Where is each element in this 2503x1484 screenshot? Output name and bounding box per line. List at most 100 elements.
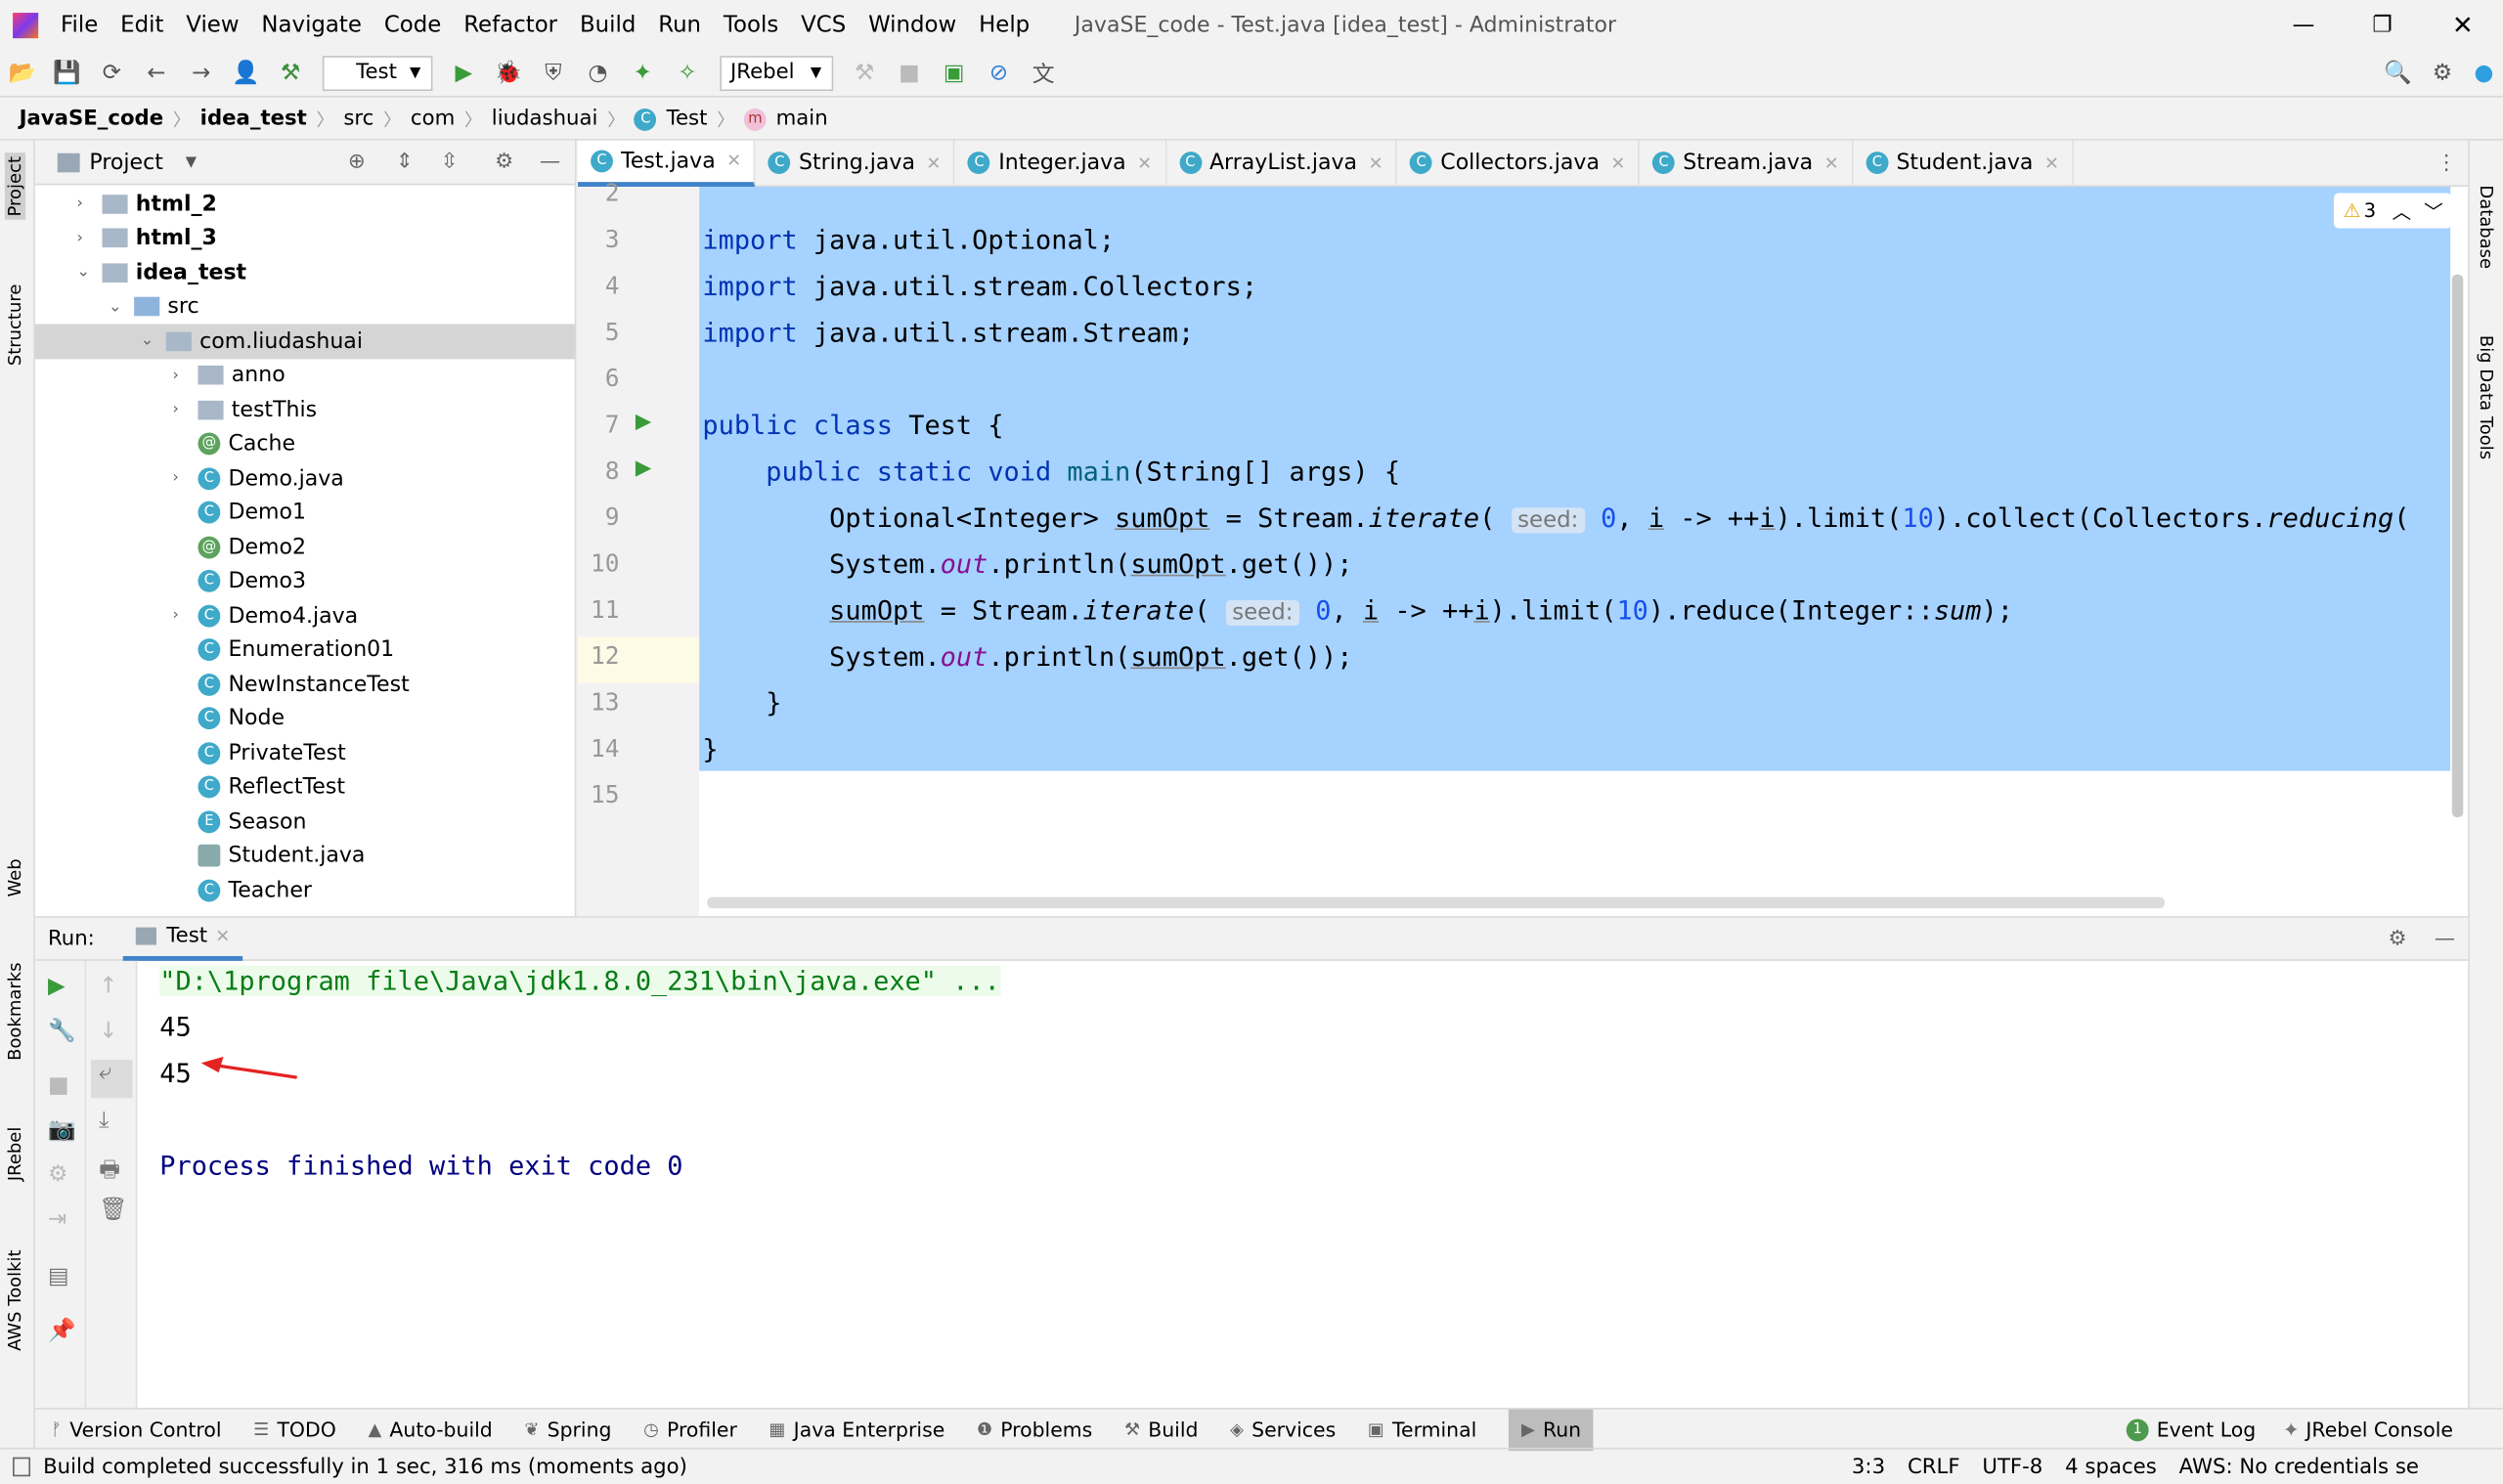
tree-item[interactable]: ⌄ src bbox=[35, 289, 575, 324]
chevron-up-icon[interactable]: ︿ bbox=[2392, 197, 2411, 225]
exit-icon[interactable]: ⇥ bbox=[48, 1206, 66, 1232]
breadcrumb-item[interactable]: idea_test bbox=[200, 107, 307, 130]
menu-tools[interactable]: Tools bbox=[724, 12, 778, 37]
tool-terminal[interactable]: ▣ Terminal bbox=[1368, 1409, 1476, 1450]
save-icon[interactable]: 💾 bbox=[51, 57, 83, 89]
soft-wrap-icon[interactable]: ⤶ bbox=[91, 1060, 133, 1099]
tool-services[interactable]: ◈ Services bbox=[1230, 1409, 1336, 1450]
aws-credentials[interactable]: AWS: No credentials se bbox=[2179, 1455, 2419, 1478]
layout-icon[interactable]: ▤ bbox=[48, 1264, 69, 1289]
rerun-icon[interactable]: ▶ bbox=[48, 974, 66, 999]
close-tab-icon[interactable]: ✕ bbox=[2044, 153, 2059, 173]
tool-build[interactable]: ⚒ Build bbox=[1124, 1409, 1199, 1450]
gear-icon[interactable]: ⚙ bbox=[2389, 927, 2407, 950]
tree-item[interactable]: › C Demo.java bbox=[35, 461, 575, 496]
breadcrumb-item[interactable]: src bbox=[343, 107, 373, 130]
hide-icon[interactable]: — bbox=[2435, 927, 2455, 950]
translate-icon[interactable]: 文 bbox=[1028, 57, 1060, 89]
stripe-big-data-tools[interactable]: Big Data Tools bbox=[2476, 335, 2496, 459]
run-tab-test[interactable]: Test ✕ bbox=[123, 917, 243, 961]
tree-item[interactable]: C PrivateTest bbox=[35, 736, 575, 770]
chevron-right-icon[interactable]: › bbox=[76, 196, 102, 213]
tree-item[interactable]: E Season bbox=[35, 805, 575, 839]
coverage-icon[interactable]: ⛨ bbox=[537, 57, 569, 89]
menu-help[interactable]: Help bbox=[979, 12, 1030, 37]
back-icon[interactable]: ← bbox=[141, 57, 173, 89]
menu-code[interactable]: Code bbox=[384, 12, 442, 37]
monitor-icon[interactable]: ▣ bbox=[938, 57, 970, 89]
hammer-icon[interactable]: ⚒ bbox=[849, 57, 881, 89]
trash-icon[interactable]: 🗑 bbox=[99, 1198, 127, 1223]
breadcrumb-item[interactable]: main bbox=[776, 107, 828, 130]
pin-icon[interactable]: 📌 bbox=[48, 1319, 75, 1344]
tree-item[interactable]: ⌄ com.liudashuai bbox=[34, 324, 575, 359]
hide-icon[interactable]: — bbox=[540, 150, 560, 173]
tree-item[interactable]: ⌄ idea_test bbox=[35, 255, 575, 289]
run-class-icon[interactable]: ▶ bbox=[636, 411, 651, 434]
forward-icon[interactable]: → bbox=[185, 57, 217, 89]
breadcrumb-item[interactable]: com bbox=[411, 107, 455, 130]
menu-file[interactable]: File bbox=[61, 12, 98, 37]
tab-collectors-java[interactable]: C Collectors.java ✕ bbox=[1397, 139, 1641, 187]
no-icon[interactable]: ⊘ bbox=[983, 57, 1015, 89]
more-tabs-icon[interactable]: ⋮ bbox=[2437, 151, 2457, 174]
menu-build[interactable]: Build bbox=[580, 12, 636, 37]
tree-item[interactable]: C Demo3 bbox=[35, 564, 575, 598]
tree-item[interactable]: › anno bbox=[35, 359, 575, 393]
camera-icon[interactable]: 📷 bbox=[48, 1117, 75, 1143]
gear-icon[interactable]: ⚙ bbox=[495, 150, 513, 173]
tool-profiler[interactable]: ◷ Profiler bbox=[643, 1409, 737, 1450]
menu-refactor[interactable]: Refactor bbox=[463, 12, 557, 37]
close-tab-icon[interactable]: ✕ bbox=[1368, 153, 1383, 173]
breadcrumb-item[interactable]: liudashuai bbox=[492, 107, 598, 130]
close-tab-icon[interactable]: ✕ bbox=[926, 153, 941, 173]
chevron-right-icon[interactable]: › bbox=[76, 230, 102, 247]
print-icon[interactable]: 🖶 bbox=[99, 1153, 120, 1191]
sync-icon[interactable]: ⟳ bbox=[96, 57, 128, 89]
status-icon[interactable] bbox=[13, 1457, 31, 1477]
stop-icon[interactable]: ■ bbox=[894, 57, 926, 89]
jrebel-run-icon[interactable]: ✦ bbox=[627, 57, 659, 89]
vertical-scrollbar[interactable] bbox=[2451, 274, 2464, 817]
tree-item[interactable]: › testThis bbox=[35, 393, 575, 427]
tree-item[interactable]: C Enumeration01 bbox=[35, 633, 575, 667]
tree-item[interactable]: @ Demo2 bbox=[35, 530, 575, 564]
restore-button[interactable]: ❐ bbox=[2372, 12, 2393, 37]
code-editor[interactable]: ⚠ 3 ︿ ﹀ import java.util.Optional; import j… bbox=[699, 187, 2469, 917]
tree-item[interactable]: › html_2 bbox=[35, 187, 575, 221]
tab-integer-java[interactable]: C Integer.java ✕ bbox=[955, 139, 1166, 187]
minimize-button[interactable]: — bbox=[2293, 12, 2315, 37]
menu-vcs[interactable]: VCS bbox=[801, 12, 846, 37]
chevron-down-icon[interactable]: ⌄ bbox=[141, 332, 166, 350]
collapse-all-icon[interactable]: ⇳ bbox=[441, 150, 459, 173]
close-tab-icon[interactable]: ✕ bbox=[726, 150, 741, 170]
debug-icon[interactable]: 🐞 bbox=[493, 57, 525, 89]
chevron-right-icon[interactable]: › bbox=[172, 607, 198, 625]
chevron-right-icon[interactable]: › bbox=[172, 401, 198, 418]
tool-todo[interactable]: ☰ TODO bbox=[253, 1409, 336, 1450]
expand-all-icon[interactable]: ⇕ bbox=[396, 150, 414, 173]
chevron-down-icon[interactable]: ⌄ bbox=[76, 264, 102, 282]
tree-item[interactable]: C Teacher bbox=[35, 873, 575, 907]
stripe-project[interactable]: Project bbox=[4, 153, 26, 220]
chevron-down-icon[interactable]: ▼ bbox=[186, 154, 197, 170]
tree-item[interactable]: › C Demo4.java bbox=[35, 598, 575, 633]
menu-run[interactable]: Run bbox=[658, 12, 701, 37]
tab-string-java[interactable]: C String.java ✕ bbox=[756, 139, 956, 187]
close-tab-icon[interactable]: ✕ bbox=[1610, 153, 1625, 173]
chevron-down-icon[interactable]: ⌄ bbox=[109, 298, 134, 316]
line-separator[interactable]: CRLF bbox=[1908, 1455, 1960, 1478]
tree-item[interactable]: › html_3 bbox=[35, 221, 575, 255]
user-icon[interactable]: 👤 bbox=[230, 57, 262, 89]
gear-icon[interactable]: ⚙ bbox=[2427, 57, 2459, 89]
tree-item[interactable]: Student.java bbox=[35, 839, 575, 873]
project-view-select[interactable]: Project bbox=[89, 150, 162, 175]
close-button[interactable]: ✕ bbox=[2452, 10, 2474, 40]
tool-problems[interactable]: ❶ Problems bbox=[977, 1409, 1092, 1450]
chevron-right-icon[interactable]: › bbox=[172, 469, 198, 487]
caret-position[interactable]: 3:3 bbox=[1852, 1455, 1885, 1478]
event-log-button[interactable]: 1 Event Log bbox=[2126, 1409, 2256, 1450]
run-config-select[interactable]: Test ▼ bbox=[322, 55, 432, 91]
breadcrumb-item[interactable]: Test bbox=[667, 107, 708, 130]
close-tab-icon[interactable]: ✕ bbox=[1137, 153, 1152, 173]
